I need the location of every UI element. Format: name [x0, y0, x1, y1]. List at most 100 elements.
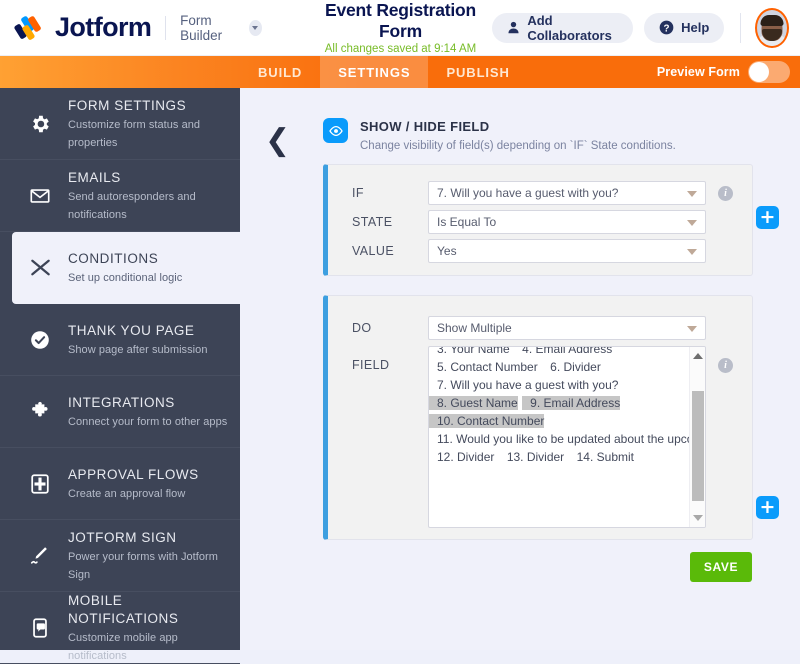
add-action-button[interactable]: +	[756, 496, 779, 519]
listbox-scrollbar[interactable]	[689, 347, 705, 527]
save-button[interactable]: SAVE	[690, 552, 752, 582]
top-bar-actions: Add Collaborators ? Help	[481, 7, 800, 48]
check-circle-icon	[26, 329, 54, 351]
scrollbar-thumb[interactable]	[692, 391, 704, 501]
list-item[interactable]: 12. Divider	[429, 450, 494, 464]
state-row: STATE Is Equal To	[328, 210, 752, 234]
chevron-down-icon	[248, 19, 262, 36]
list-item[interactable]: 7. Will you have a guest with you?	[429, 378, 618, 392]
value-row: VALUE Yes	[328, 239, 752, 263]
value-label: VALUE	[352, 244, 395, 258]
field-multiselect-listbox[interactable]: 3. Your Name 4. Email Address 5. Contact…	[428, 346, 706, 528]
back-chevron-icon[interactable]: ❮	[265, 126, 290, 156]
main-nav-bar: BUILD SETTINGS PUBLISH Preview Form	[0, 56, 800, 88]
value-value: Yes	[437, 244, 457, 258]
gear-icon	[26, 113, 54, 135]
chevron-down-icon	[687, 326, 697, 332]
sidebar-item-subtitle: Power your forms with Jotform Sign	[68, 550, 218, 581]
sidebar-item-mobile-notifications[interactable]: MOBILE NOTIFICATIONS Customize mobile ap…	[0, 592, 240, 664]
sidebar-item-emails[interactable]: EMAILS Send autoresponders and notificat…	[0, 160, 240, 232]
conditions-panel: ❮ SHOW / HIDE FIELD Change visibility of…	[240, 88, 800, 650]
info-icon[interactable]: i	[718, 185, 733, 201]
field-option-list: 3. Your Name 4. Email Address 5. Contact…	[429, 347, 705, 466]
preview-form-control: Preview Form	[657, 56, 800, 88]
sidebar-item-thank-you-page[interactable]: THANK YOU PAGE Show page after submissio…	[0, 304, 240, 376]
jotform-logo[interactable]: Jotform	[0, 12, 152, 43]
pen-icon	[26, 545, 54, 567]
list-item-selected[interactable]: 8. Guest Name	[429, 396, 518, 410]
sidebar-item-subtitle: Send autoresponders and notifications	[68, 190, 196, 221]
list-item[interactable]: 6. Divider	[542, 360, 601, 374]
tab-publish[interactable]: PUBLISH	[428, 56, 527, 88]
sidebar-item-title: FORM SETTINGS	[68, 97, 187, 113]
info-icon[interactable]: i	[718, 358, 733, 373]
sidebar-item-title: CONDITIONS	[68, 250, 159, 266]
add-condition-button[interactable]: +	[756, 206, 779, 229]
list-item[interactable]: 3. Your Name	[429, 347, 510, 356]
sidebar-item-title: INTEGRATIONS	[68, 394, 175, 410]
top-bar: Jotform Form Builder Event Registration …	[0, 0, 800, 56]
condition-header-title: SHOW / HIDE FIELD	[360, 119, 490, 134]
list-item-selected[interactable]: 10. Contact Number	[429, 414, 545, 428]
do-select[interactable]: Show Multiple	[428, 316, 706, 340]
add-collaborators-label: Add Collaborators	[527, 12, 612, 43]
toggle-knob	[749, 62, 769, 82]
add-collaborators-button[interactable]: Add Collaborators	[492, 12, 634, 43]
state-label: STATE	[352, 215, 393, 229]
sidebar-item-subtitle: Create an approval flow	[68, 487, 186, 500]
if-field-select[interactable]: 7. Will you have a guest with you?	[428, 181, 706, 205]
sidebar-item-title: APPROVAL FLOWS	[68, 466, 199, 482]
envelope-icon	[26, 185, 54, 207]
sidebar-item-conditions[interactable]: CONDITIONS Set up conditional logic	[12, 232, 240, 304]
scroll-down-arrow-icon[interactable]	[690, 510, 705, 526]
avatar[interactable]	[755, 7, 789, 48]
list-item[interactable]: 11. Would you like to be updated about t…	[429, 432, 705, 446]
page-title[interactable]: Event Registration Form	[320, 0, 482, 42]
sidebar-item-subtitle: Set up conditional logic	[68, 271, 183, 284]
sidebar-item-form-settings[interactable]: FORM SETTINGS Customize form status and …	[0, 88, 240, 160]
divider	[165, 15, 167, 40]
product-menu[interactable]: Form Builder	[180, 13, 262, 43]
preview-form-toggle[interactable]	[748, 61, 790, 83]
help-label: Help	[681, 20, 710, 35]
help-button[interactable]: ? Help	[644, 12, 725, 43]
chevron-down-icon	[687, 249, 697, 255]
sidebar-item-title: MOBILE NOTIFICATIONS	[68, 592, 179, 626]
scroll-up-arrow-icon[interactable]	[690, 348, 705, 364]
list-item[interactable]: 13. Divider	[499, 450, 564, 464]
do-row: DO Show Multiple	[328, 316, 752, 340]
sidebar-item-jotform-sign[interactable]: JOTFORM SIGN Power your forms with Jotfo…	[0, 520, 240, 592]
list-item[interactable]: 5. Contact Number	[429, 360, 538, 374]
sidebar-item-subtitle: Customize form status and properties	[68, 118, 201, 149]
field-label: FIELD	[352, 358, 390, 372]
product-menu-label: Form Builder	[180, 12, 223, 43]
sidebar-item-approval-flows[interactable]: APPROVAL FLOWS Create an approval flow	[0, 448, 240, 520]
condition-header: SHOW / HIDE FIELD Change visibility of f…	[323, 118, 676, 154]
person-icon	[507, 21, 520, 34]
tab-build[interactable]: BUILD	[240, 56, 320, 88]
shuffle-icon	[26, 256, 54, 279]
divider	[740, 12, 742, 43]
list-item[interactable]: 4. Email Address	[514, 347, 612, 356]
mobile-phone-icon	[26, 617, 54, 639]
sidebar-item-title: JOTFORM SIGN	[68, 529, 177, 545]
sidebar-item-integrations[interactable]: INTEGRATIONS Connect your form to other …	[0, 376, 240, 448]
approval-flow-icon	[26, 473, 54, 495]
chevron-down-icon	[687, 191, 697, 197]
tab-settings[interactable]: SETTINGS	[320, 56, 429, 88]
puzzle-piece-icon	[26, 401, 54, 423]
sidebar-item-title: EMAILS	[68, 169, 121, 185]
if-label: IF	[352, 186, 364, 200]
list-item[interactable]: 14. Submit	[569, 450, 634, 464]
sidebar-item-subtitle: Connect your form to other apps	[68, 415, 228, 428]
list-item-selected[interactable]: 9. Email Address	[522, 396, 621, 410]
value-select[interactable]: Yes	[428, 239, 706, 263]
jotform-logo-icon	[13, 14, 46, 41]
state-value: Is Equal To	[437, 215, 497, 229]
do-value: Show Multiple	[437, 321, 512, 335]
state-select[interactable]: Is Equal To	[428, 210, 706, 234]
jotform-logo-text: Jotform	[55, 12, 152, 42]
preview-form-label: Preview Form	[656, 65, 740, 79]
question-mark-icon: ?	[659, 20, 674, 35]
settings-sidebar: FORM SETTINGS Customize form status and …	[0, 88, 240, 664]
